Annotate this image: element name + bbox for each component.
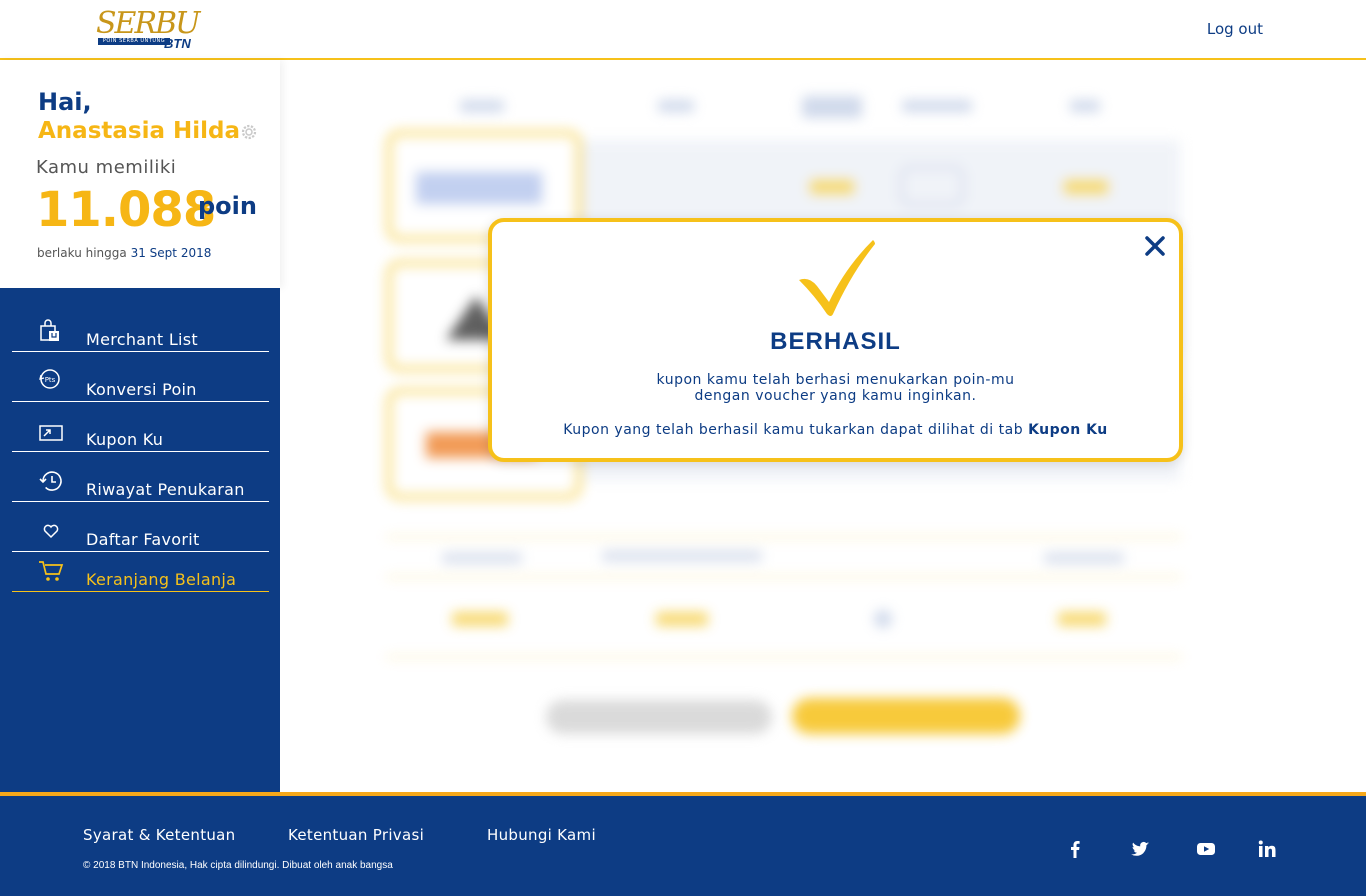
sidebar-item-merchant-list[interactable]: Merchant List (12, 308, 269, 352)
sidebar: Merchant List Pts Konversi Poin Kupon Ku… (0, 288, 280, 792)
logout-link[interactable]: Log out (1207, 20, 1263, 38)
summary-value (656, 612, 708, 626)
serbu-btn-logo[interactable]: SERBU POIN SERBA UNTUNG BTN (96, 8, 206, 52)
column-header (658, 100, 694, 112)
sidebar-item-keranjang-belanja[interactable]: Keranjang Belanja (12, 548, 269, 592)
success-modal: BERHASIL kupon kamu telah berhasi menuka… (488, 218, 1183, 462)
points-unit: poin (198, 192, 257, 220)
column-header (460, 100, 504, 112)
sidebar-item-riwayat-penukaran[interactable]: Riwayat Penukaran (12, 458, 269, 502)
quantity-stepper (900, 166, 964, 206)
modal-title: BERHASIL (770, 328, 901, 355)
footer-link-privasi[interactable]: Ketentuan Privasi (288, 826, 424, 844)
divider (386, 656, 1182, 658)
modal-message-line3: Kupon yang telah berhasil kamu tukarkan … (492, 422, 1179, 438)
summary-value (452, 612, 508, 626)
sidebar-item-label: Riwayat Penukaran (86, 480, 245, 499)
cart-icon (39, 561, 64, 581)
heart-icon (43, 524, 59, 539)
shopping-bag-icon (40, 319, 59, 341)
operator-icon (874, 610, 892, 628)
youtube-icon[interactable] (1195, 838, 1217, 860)
footer: Syarat & Ketentuan Ketentuan Privasi Hub… (0, 792, 1366, 896)
logo-tagline: POIN SERBA UNTUNG (98, 38, 170, 45)
divider (386, 536, 1182, 538)
linkedin-icon[interactable] (1256, 838, 1278, 860)
greeting: Hai, (38, 88, 92, 116)
points-validity: berlaku hingga 31 Sept 2018 (37, 246, 211, 260)
modal-message-text: Kupon yang telah berhasil kamu tukarkan … (563, 422, 1024, 438)
points-convert-icon: Pts (39, 369, 60, 389)
column-header (1070, 100, 1100, 112)
summary-label (602, 550, 762, 562)
sidebar-item-label: Daftar Favorit (86, 530, 200, 549)
points-label: Kamu memiliki (36, 157, 177, 178)
modal-message-line1: kupon kamu telah berhasi menukarkan poin… (656, 372, 1015, 388)
sidebar-item-label: Kupon Ku (86, 430, 164, 449)
copyright: © 2018 BTN Indonesia, Hak cipta dilindun… (83, 860, 393, 871)
header: SERBU POIN SERBA UNTUNG BTN Log out (0, 0, 1366, 60)
sidebar-item-kupon-ku[interactable]: Kupon Ku (12, 408, 269, 452)
modal-message-line2: dengan voucher yang kamu inginkan. (694, 388, 977, 404)
kupon-ku-link[interactable]: Kupon Ku (1028, 422, 1108, 438)
coupon-icon (39, 425, 63, 441)
subtotal-value (1064, 180, 1108, 194)
sidebar-item-label: Konversi Poin (86, 380, 197, 399)
checkmark-icon (799, 240, 875, 316)
checkout-button (792, 698, 1020, 734)
column-header (902, 100, 972, 112)
logo-sub: BTN (164, 36, 191, 51)
close-icon[interactable] (1143, 234, 1167, 258)
summary-label (442, 552, 522, 564)
facebook-icon[interactable] (1064, 838, 1086, 860)
sidebar-item-daftar-favorit[interactable]: Daftar Favorit (12, 508, 269, 552)
summary-label (1044, 552, 1124, 564)
validity-label: berlaku hingga (37, 246, 127, 260)
summary-value (1058, 612, 1106, 626)
sidebar-item-label: Merchant List (86, 330, 198, 349)
user-name: Anastasia Hilda (38, 118, 241, 144)
sidebar-item-konversi-poin[interactable]: Pts Konversi Poin (12, 358, 269, 402)
twitter-icon[interactable] (1129, 838, 1151, 860)
divider (386, 576, 1182, 578)
footer-link-hubungi[interactable]: Hubungi Kami (487, 826, 596, 844)
svg-text:Pts: Pts (45, 376, 56, 384)
profile-panel: Hai, Anastasia Hilda Kamu memiliki 11.08… (0, 60, 280, 288)
footer-link-syarat[interactable]: Syarat & Ketentuan (83, 826, 236, 844)
sidebar-item-label: Keranjang Belanja (86, 570, 237, 589)
gear-icon[interactable] (240, 123, 258, 141)
validity-date: 31 Sept 2018 (130, 246, 212, 260)
price-value (810, 180, 854, 194)
history-icon (39, 471, 62, 491)
back-button (546, 700, 772, 734)
merchant-logo (416, 172, 542, 204)
column-header (802, 96, 862, 118)
points-value: 11.088 (36, 182, 216, 238)
